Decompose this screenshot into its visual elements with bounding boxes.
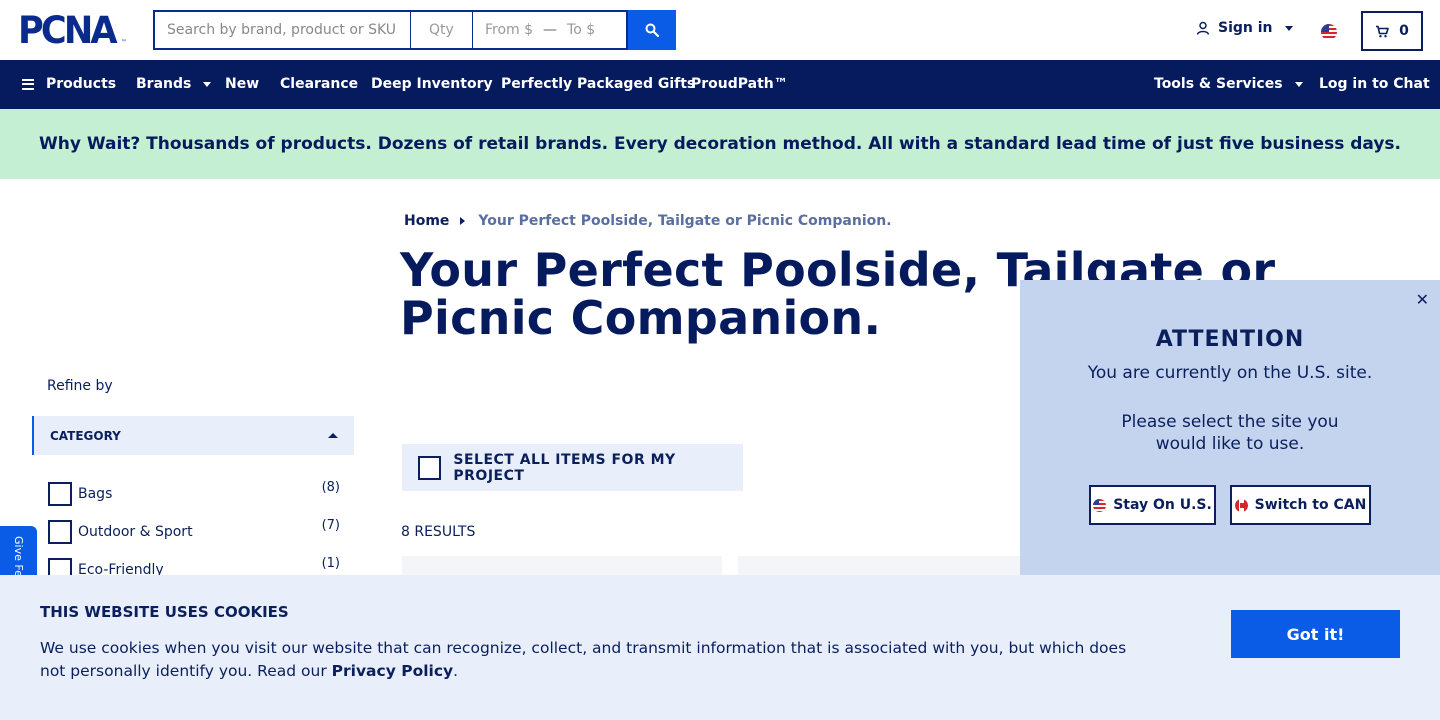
us-flag-icon [1093,498,1107,512]
filter-item-outdoor-sport[interactable]: Outdoor & Sport (7) [48,518,340,544]
breadcrumb-current: Your Perfect Poolside, Tailgate or Picni… [478,213,892,229]
filter-label: Outdoor & Sport [78,524,193,540]
nav-brands[interactable]: Brands [136,76,212,92]
privacy-policy-link[interactable]: Privacy Policy [332,662,454,680]
price-from-input[interactable]: From $ [485,22,533,38]
logo-trademark: ™ [120,39,127,46]
close-icon[interactable]: ✕ [1416,290,1429,309]
nav-clearance[interactable]: Clearance [280,76,358,92]
cart-count: 0 [1399,23,1409,39]
select-all-checkbox[interactable] [418,455,442,480]
category-header-label: CATEGORY [50,428,121,443]
cart-icon [1376,25,1389,37]
nav-proudpath[interactable]: ProudPath™ [691,76,788,92]
sign-in-label: Sign in [1218,20,1273,36]
menu-icon [22,78,34,90]
filter-count: (7) [321,518,340,533]
price-to-input[interactable]: To $ [567,22,595,38]
nav-gifts[interactable]: Perfectly Packaged Gifts [501,76,695,92]
sign-in-button[interactable]: Sign in [1196,20,1293,36]
cart-button[interactable]: 0 [1361,11,1423,51]
modal-title: ATTENTION [1155,327,1305,352]
breadcrumb: Home Your Perfect Poolside, Tailgate or … [404,213,892,229]
stay-on-us-button[interactable]: Stay On U.S. [1089,485,1216,525]
filter-checkbox[interactable] [48,520,72,544]
nav-tools-services[interactable]: Tools & Services [1154,76,1303,92]
chevron-down-icon [1294,81,1303,87]
nav-chat[interactable]: Log in to Chat [1319,76,1430,92]
canada-flag-icon [1234,498,1248,512]
nav-deep-inventory[interactable]: Deep Inventory [371,76,493,92]
cookie-text: We use cookies when you visit our websit… [40,637,1150,683]
filter-checkbox[interactable] [48,482,72,506]
category-filter-header[interactable]: CATEGORY [32,416,354,455]
select-all-label: SELECT ALL ITEMS FOR MY PROJECT [453,451,676,484]
breadcrumb-home[interactable]: Home [404,213,449,229]
chevron-down-icon [1284,25,1293,31]
results-count: 8 RESULTS [401,524,476,540]
modal-text-select-2: would like to use. [1155,434,1305,454]
qty-input[interactable]: Qty [411,10,473,50]
refine-label: Refine by [47,378,113,394]
cookie-text-body: We use cookies when you visit our websit… [40,639,1127,680]
select-all-button[interactable]: SELECT ALL ITEMS FOR MY PROJECT [402,444,743,491]
chevron-down-icon [203,81,212,87]
us-flag-icon[interactable] [1321,24,1337,40]
nav-new[interactable]: New [225,76,259,92]
search-group: Search by brand, product or SKU Qty From… [153,10,676,50]
nav-brands-label: Brands [136,76,192,92]
cookie-title: THIS WEBSITE USES COOKIES [40,603,289,621]
switch-to-can-button[interactable]: Switch to CAN [1230,485,1371,525]
modal-text-current-site: You are currently on the U.S. site. [1087,363,1373,383]
cookie-banner: THIS WEBSITE USES COOKIES We use cookies… [0,575,1440,720]
promo-banner: Why Wait? Thousands of products. Dozens … [0,109,1440,179]
chevron-right-icon [460,217,466,225]
nav-tools-label: Tools & Services [1154,76,1283,92]
promo-text: Why Wait? Thousands of products. Dozens … [38,134,1402,154]
filter-item-bags[interactable]: Bags (8) [48,480,340,506]
price-range-input[interactable]: From $ — To $ [473,10,628,50]
nav-products[interactable]: Products [22,76,116,92]
filter-count: (1) [321,556,340,571]
price-dash: — [543,22,558,38]
switch-to-can-label: Switch to CAN [1254,497,1367,513]
search-input[interactable]: Search by brand, product or SKU [153,10,411,50]
got-it-button[interactable]: Got it! [1231,610,1400,658]
filter-count: (8) [321,480,340,495]
search-button[interactable] [628,10,676,50]
site-selector-modal: ✕ ATTENTION You are currently on the U.S… [1020,280,1440,580]
filter-label: Bags [78,486,113,502]
chevron-up-icon [328,433,338,438]
pcna-logo[interactable]: PCNA ™ [18,9,127,52]
cookie-text-end: . [453,662,459,680]
stay-on-us-label: Stay On U.S. [1113,497,1212,513]
main-nav: Products Brands New Clearance Deep Inven… [0,60,1440,109]
site-header: PCNA ™ Search by brand, product or SKU Q… [0,0,1440,60]
modal-text-select: Please select the site you [1121,412,1339,432]
user-icon [1196,21,1210,35]
search-icon [645,23,659,37]
nav-products-label: Products [46,76,117,92]
logo-text: PCNA [18,9,118,52]
